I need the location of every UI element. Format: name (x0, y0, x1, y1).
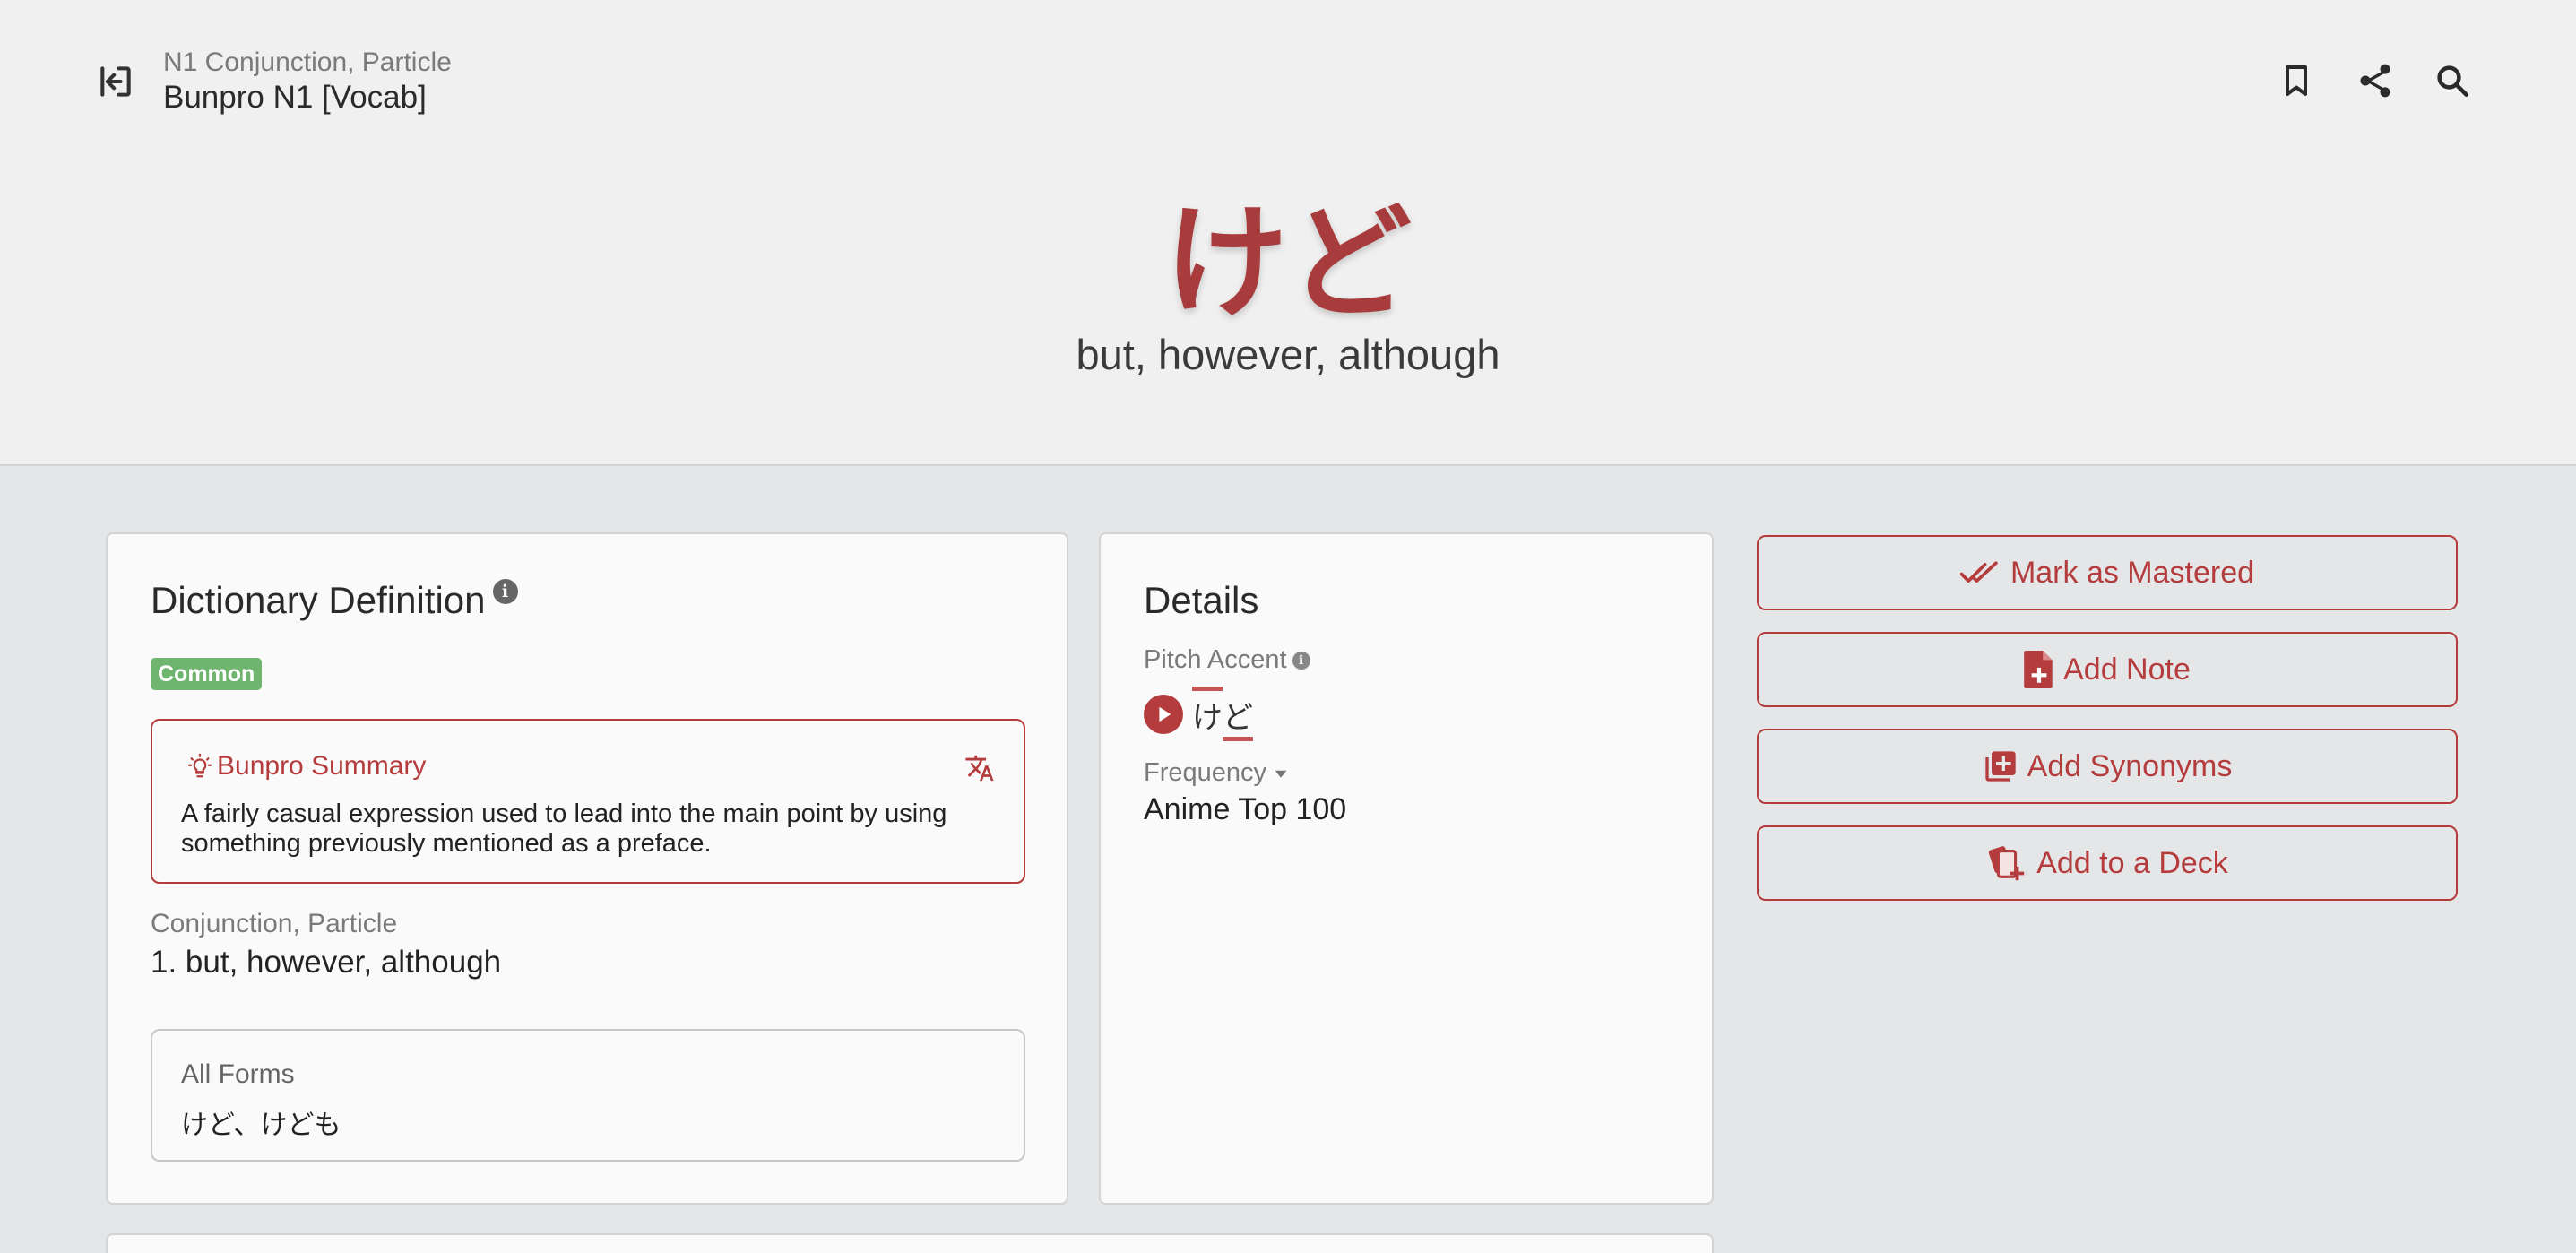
frequency-label: Frequency (1144, 758, 1267, 787)
add-note-label: Add Note (2063, 652, 2191, 687)
summary-header: Bunpro Summary (186, 751, 426, 782)
vocab-word: けど (1163, 191, 1412, 335)
add-to-deck-button[interactable]: Add to a Deck (1757, 825, 2458, 901)
details-card: Details Pitch Accent i け ど Frequency Ani… (1099, 532, 1714, 1205)
dictionary-card: Dictionary Definition i Common Bunpro Su… (106, 532, 1068, 1205)
pitch-accent-label: Pitch Accent (1144, 645, 1287, 674)
vocab-meaning: but, however, although (1076, 331, 1500, 378)
category-label: N1 Conjunction, Particle (163, 48, 452, 77)
translate-icon[interactable] (964, 753, 995, 788)
lightbulb-icon (188, 753, 212, 778)
bunpro-summary: Bunpro Summary A fairly casual expressio… (151, 719, 1025, 884)
all-forms-label: All Forms (181, 1059, 295, 1089)
dictionary-title: Dictionary Definition (151, 579, 486, 621)
deck-label[interactable]: Bunpro N1 [Vocab] (163, 79, 452, 117)
add-note-button[interactable]: Add Note (1757, 632, 2458, 707)
bookmark-icon[interactable] (2273, 57, 2320, 104)
add-synonyms-label: Add Synonyms (2027, 748, 2233, 783)
share-icon[interactable] (2352, 57, 2399, 104)
common-badge: Common (151, 658, 263, 690)
pitch-info-icon[interactable]: i (1292, 651, 1310, 670)
add-synonyms-button[interactable]: Add Synonyms (1757, 729, 2458, 804)
details-title: Details (1144, 579, 1259, 621)
all-forms-box: All Forms けど、けども (151, 1029, 1025, 1162)
definition-item: 1. but, however, although (151, 945, 502, 980)
pitch-accent-display: け ど (1192, 687, 1253, 741)
summary-title: Bunpro Summary (217, 751, 427, 781)
play-audio-icon[interactable] (1144, 694, 1183, 734)
caret-down-icon[interactable] (1274, 766, 1288, 781)
cards-add-icon (1989, 846, 2025, 881)
mark-as-mastered-label: Mark as Mastered (2010, 555, 2255, 590)
part-of-speech: Conjunction, Particle (151, 909, 398, 938)
pitch-char-high: け (1192, 687, 1223, 741)
breadcrumb: N1 Conjunction, Particle Bunpro N1 [Voca… (163, 47, 452, 117)
double-check-icon (1959, 561, 1998, 583)
add-to-deck-label: Add to a Deck (2036, 845, 2228, 880)
info-icon[interactable]: i (492, 579, 518, 604)
library-add-icon (1984, 751, 2016, 782)
mark-as-mastered-button[interactable]: Mark as Mastered (1757, 535, 2458, 610)
hero-header: N1 Conjunction, Particle Bunpro N1 [Voca… (0, 0, 2576, 466)
pitch-char-low: ど (1223, 687, 1253, 741)
search-icon[interactable] (2429, 57, 2476, 104)
next-card (106, 1233, 1714, 1253)
exit-icon[interactable] (93, 59, 138, 104)
summary-text: A fairly casual expression used to lead … (181, 799, 947, 858)
all-forms-value: けど、けども (181, 1110, 341, 1141)
note-add-icon (2024, 651, 2053, 688)
frequency-value: Anime Top 100 (1144, 792, 1347, 826)
